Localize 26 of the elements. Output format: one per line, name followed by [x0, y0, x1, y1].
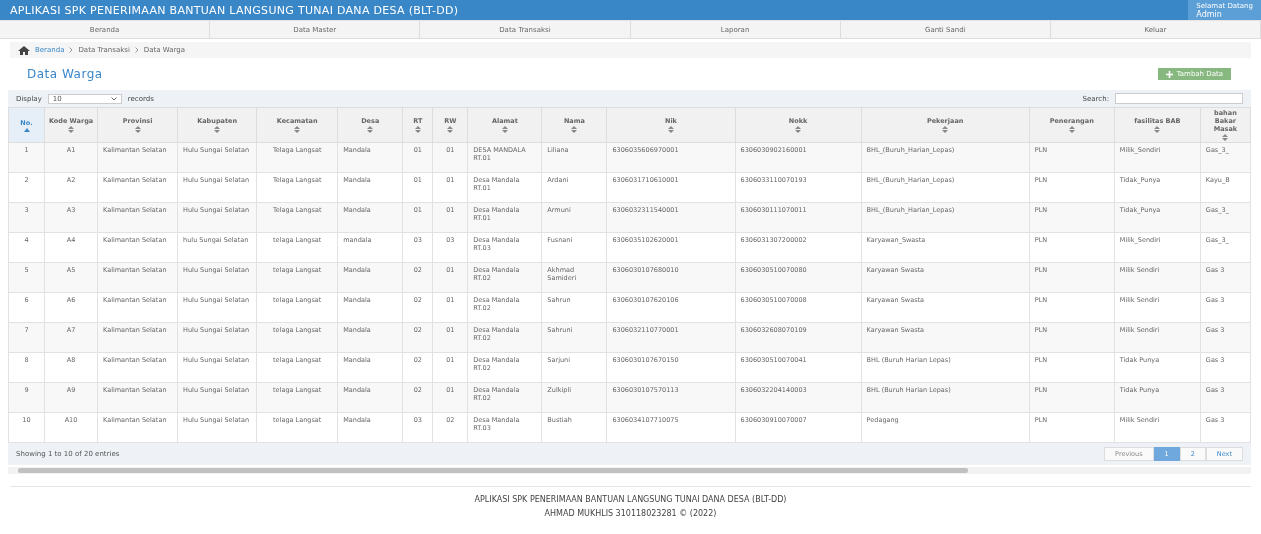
- sort-icon: [571, 126, 578, 133]
- sort-icon: [501, 126, 508, 133]
- sort-icon: [414, 126, 421, 133]
- page-title: Data Warga: [27, 67, 103, 81]
- horizontal-scrollbar[interactable]: [8, 467, 1251, 474]
- sort-ascending-icon: [23, 127, 30, 132]
- plus-icon: [1165, 70, 1173, 78]
- sort-icon: [294, 126, 301, 133]
- sort-icon: [667, 126, 674, 133]
- chevron-icon: [69, 47, 74, 53]
- sort-icon: [1068, 126, 1075, 133]
- caret-icon: [110, 96, 117, 101]
- sort-icon: [68, 126, 75, 133]
- sort-icon: [795, 126, 802, 133]
- home-icon: [18, 45, 30, 55]
- sort-icon: [942, 126, 949, 133]
- sort-icon: [214, 126, 221, 133]
- sort-icon: [367, 126, 374, 133]
- search-field[interactable]: [1115, 93, 1243, 104]
- app-title: APLIKASI SPK PENERIMAAN BANTUAN LANGSUNG TUNAI DANA DESA (BLT-DD): [10, 3, 459, 17]
- footer-text: AHMAD MUKHLIS 310118023281 © (2022): [544, 509, 717, 518]
- sort-icon: [134, 126, 141, 133]
- sort-icon: [1154, 126, 1161, 133]
- sort-icon: [447, 126, 454, 133]
- chevron-icon: [134, 47, 139, 53]
- footer-text: APLIKASI SPK PENERIMAAN BANTUAN LANGSUNG TUNAI DANA DESA (BLT-DD): [474, 495, 787, 504]
